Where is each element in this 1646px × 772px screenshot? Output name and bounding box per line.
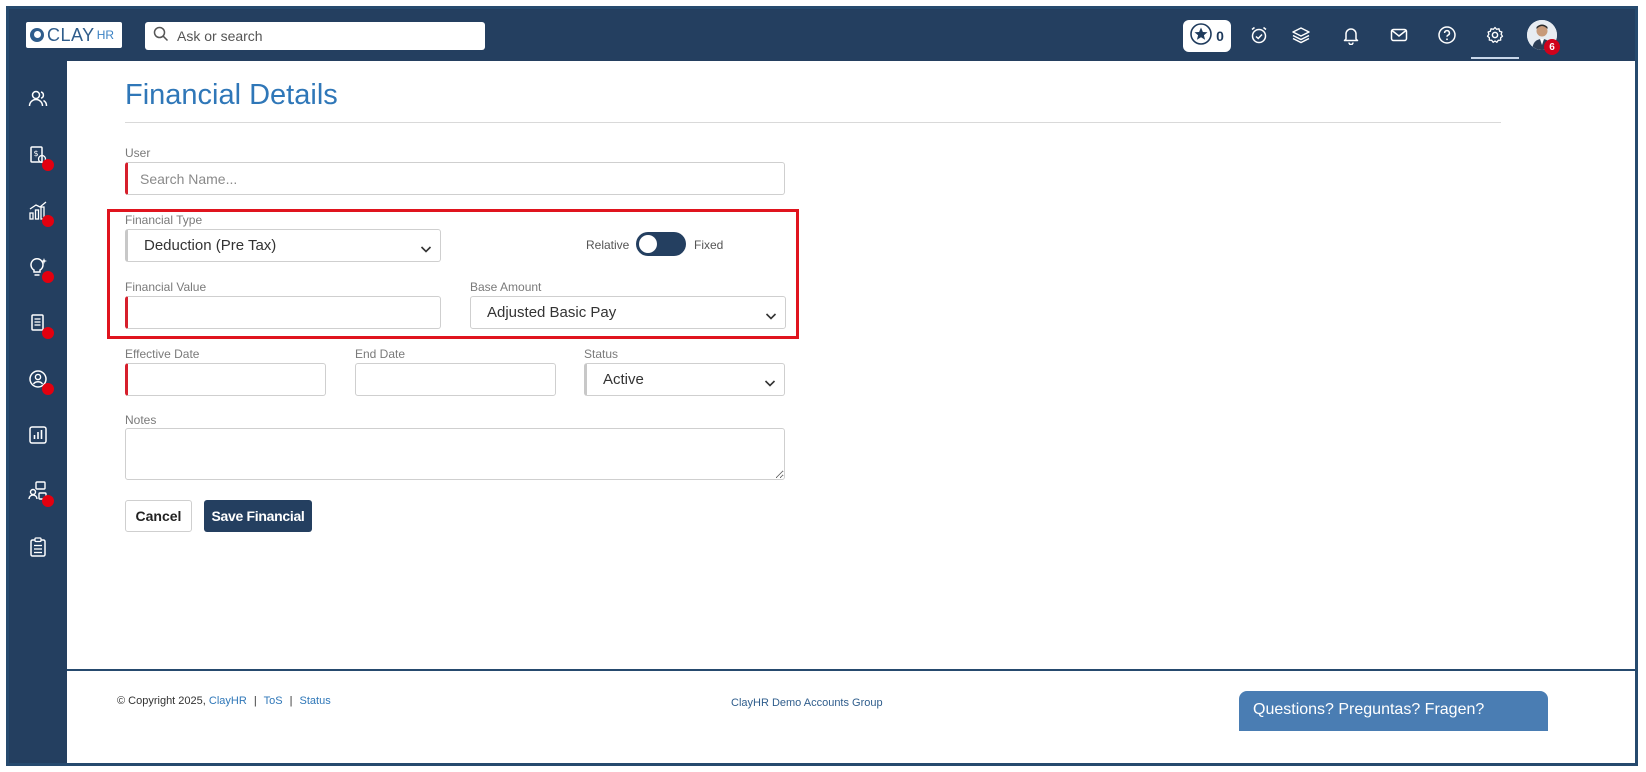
sidebar-alert-dot [42,215,54,227]
user-label: User [125,146,151,160]
global-search[interactable] [145,22,485,50]
logo-mark-icon [30,28,44,42]
end-date-field[interactable] [355,363,556,396]
chevron-down-icon [420,241,432,258]
search-input[interactable] [177,28,477,44]
logo-sub-text: HR [96,28,115,42]
sidebar-item-ideas[interactable] [24,255,54,283]
help-icon[interactable] [1435,23,1459,47]
points-button[interactable]: 0 [1183,20,1231,52]
separator: | [253,695,257,707]
relative-fixed-toggle[interactable] [636,232,686,256]
footer: © Copyright 2025, ClayHR | ToS | Status … [67,671,1635,763]
sidebar-alert-dot [42,327,54,339]
chat-widget-button[interactable]: Questions? Preguntas? Fragen? [1239,691,1548,731]
toggle-fixed-label: Fixed [694,238,724,252]
cancel-button[interactable]: Cancel [125,500,192,532]
alarm-clock-icon[interactable] [1247,23,1271,47]
sidebar-item-org-chart[interactable] [24,479,54,507]
sidebar-item-payroll[interactable]: $ [24,143,54,171]
users-icon [27,88,49,115]
sidebar-alert-dot [42,383,54,395]
end-date-input[interactable] [356,364,555,395]
sidebar-alert-dot [42,495,54,507]
gear-icon[interactable] [1483,23,1507,47]
copyright-text: © Copyright 2025, [117,695,206,707]
sidebar-alert-dot [42,271,54,283]
sidebar-item-checklist[interactable] [24,535,52,563]
financial-value-label: Financial Value [125,280,207,294]
tos-link[interactable]: ToS [264,695,283,707]
financial-value-input[interactable] [128,297,440,328]
user-field[interactable] [125,162,785,195]
status-select[interactable]: Active [584,363,785,396]
layers-icon[interactable] [1289,23,1313,47]
base-amount-label: Base Amount [470,280,542,294]
financial-type-label: Financial Type [125,213,203,227]
logo-text: CLAY [47,24,95,45]
main-content: Financial Details User Financial Type De… [67,61,1635,669]
save-financial-button[interactable]: Save Financial [204,500,312,532]
mail-icon[interactable] [1387,23,1411,47]
sidebar: $ [9,61,67,763]
star-icon [1190,22,1212,50]
status-value: Active [603,371,644,388]
bell-icon[interactable] [1339,23,1363,47]
title-divider [125,122,1501,123]
end-date-label: End Date [355,347,406,361]
sidebar-item-people[interactable] [24,87,52,115]
base-amount-value: Adjusted Basic Pay [487,304,617,321]
toggle-relative-label: Relative [586,238,630,252]
financial-value-field[interactable] [125,296,441,329]
base-amount-select[interactable]: Adjusted Basic Pay [470,296,786,329]
chevron-down-icon [765,308,777,325]
settings-active-indicator [1471,57,1519,59]
sidebar-item-documents[interactable] [24,311,54,339]
copyright: © Copyright 2025, ClayHR | ToS | Status [117,695,331,707]
page-title: Financial Details [125,79,338,111]
chevron-down-icon [764,375,776,392]
toggle-knob [639,235,657,253]
search-icon [153,26,169,47]
points-count: 0 [1216,28,1224,44]
effective-date-label: Effective Date [125,347,200,361]
sidebar-alert-dot [42,159,54,171]
status-link[interactable]: Status [300,695,331,707]
clayhr-logo[interactable]: CLAY HR [26,22,122,48]
notes-textarea[interactable] [125,428,785,480]
separator: | [289,695,293,707]
status-label: Status [584,347,619,361]
effective-date-input[interactable] [128,364,325,395]
effective-date-field[interactable] [125,363,326,396]
user-search-input[interactable] [128,163,784,194]
reports-icon [27,424,49,451]
clayhr-link[interactable]: ClayHR [209,695,247,707]
notes-label: Notes [125,413,157,427]
sidebar-item-profile[interactable] [24,367,54,395]
top-bar: CLAY HR 0 [9,9,1635,61]
account-group-name: ClayHR Demo Accounts Group [731,697,883,709]
notification-count-badge: 6 [1544,39,1560,55]
financial-type-value: Deduction (Pre Tax) [144,237,277,254]
financial-type-select[interactable]: Deduction (Pre Tax) [125,229,441,262]
sidebar-item-performance[interactable] [24,199,54,227]
svg-text:$: $ [34,149,39,158]
checklist-icon [27,536,49,563]
sidebar-item-reports[interactable] [24,423,52,451]
app-frame: CLAY HR 0 [6,6,1638,766]
